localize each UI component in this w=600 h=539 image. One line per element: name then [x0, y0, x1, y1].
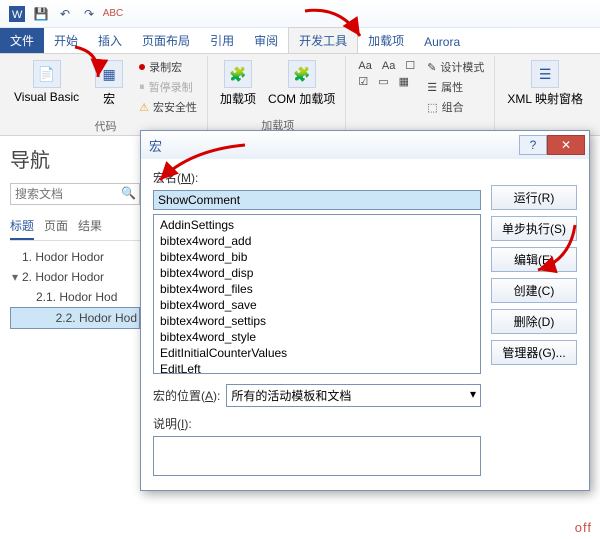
- ctrl-icon[interactable]: ☐: [401, 58, 419, 73]
- nav-tab-pages[interactable]: 页面: [44, 213, 68, 240]
- tab-review[interactable]: 审阅: [244, 28, 288, 53]
- delete-button[interactable]: 删除(D): [491, 309, 577, 334]
- group-code: 📄 Visual Basic ▦ 宏 录制宏 ⏸暂停录制 ⚠宏安全性 代码: [4, 56, 208, 135]
- warning-icon: ⚠: [139, 101, 149, 114]
- macro-icon: ▦: [95, 60, 123, 88]
- design-icon: ✎: [427, 61, 436, 74]
- group-button[interactable]: ⬚组合: [423, 98, 488, 116]
- redo-button[interactable]: ↷: [78, 3, 100, 25]
- visual-basic-button[interactable]: 📄 Visual Basic: [10, 58, 83, 106]
- tab-reference[interactable]: 引用: [200, 28, 244, 53]
- macro-list-item[interactable]: bibtex4word_add: [156, 233, 478, 249]
- manager-button[interactable]: 管理器(G)...: [491, 340, 577, 365]
- word-icon: W: [6, 3, 28, 25]
- com-addin-icon: 🧩: [288, 60, 316, 88]
- group-xml: ☰XML 映射窗格: [497, 56, 593, 135]
- ctrl-icon[interactable]: ▭: [374, 74, 392, 89]
- com-addins-button[interactable]: 🧩COM 加载项: [264, 58, 339, 109]
- watermark-text: off: [575, 520, 592, 535]
- location-label: 宏的位置(A):: [153, 387, 220, 404]
- tree-item[interactable]: ▾2. Hodor Hodor: [10, 267, 140, 287]
- macro-list-item[interactable]: EditLeft: [156, 361, 478, 374]
- tree-item[interactable]: 2.2. Hodor Hod: [10, 307, 140, 329]
- macro-name-input[interactable]: [153, 190, 481, 210]
- macro-list-item[interactable]: bibtex4word_files: [156, 281, 478, 297]
- ctrl-icon[interactable]: Aa: [378, 58, 399, 73]
- pause-record-button[interactable]: ⏸暂停录制: [135, 78, 201, 96]
- vb-icon: 📄: [33, 60, 61, 88]
- macro-list-item[interactable]: bibtex4word_disp: [156, 265, 478, 281]
- addins-button[interactable]: 🧩加载项: [216, 58, 260, 109]
- tab-start[interactable]: 开始: [44, 28, 88, 53]
- nav-tab-headings[interactable]: 标题: [10, 213, 34, 240]
- group-controls: AaAa☐ ☑▭▦ ✎设计模式 ☰属性 ⬚组合: [348, 56, 495, 135]
- tab-aurora[interactable]: Aurora: [414, 31, 470, 53]
- tree-item[interactable]: 1. Hodor Hodor: [10, 247, 140, 267]
- save-button[interactable]: 💾: [30, 3, 52, 25]
- ctrl-icon[interactable]: Aa: [354, 58, 375, 73]
- svg-text:W: W: [12, 9, 23, 21]
- ribbon: 📄 Visual Basic ▦ 宏 录制宏 ⏸暂停录制 ⚠宏安全性 代码 🧩加…: [0, 54, 600, 136]
- description-input[interactable]: [153, 436, 481, 476]
- search-icon[interactable]: 🔍: [121, 186, 136, 200]
- location-select[interactable]: 所有的活动模板和文档▾: [226, 384, 481, 407]
- chevron-down-icon: ▾: [470, 387, 476, 404]
- macro-listbox[interactable]: AddinSettingsbibtex4word_addbibtex4word_…: [153, 214, 481, 374]
- tab-insert[interactable]: 插入: [88, 28, 132, 53]
- tree-item[interactable]: 2.1. Hodor Hod: [10, 287, 140, 307]
- close-button[interactable]: ✕: [547, 135, 585, 155]
- ctrl-icon[interactable]: ☑: [354, 74, 372, 89]
- macro-list-item[interactable]: bibtex4word_bib: [156, 249, 478, 265]
- xml-mapping-button[interactable]: ☰XML 映射窗格: [503, 58, 587, 109]
- ribbon-tabs: 文件 开始 插入 页面布局 引用 审阅 开发工具 加载项 Aurora: [0, 28, 600, 54]
- group-addins: 🧩加载项 🧩COM 加载项 加载项: [210, 56, 346, 135]
- format-button[interactable]: ABC: [102, 3, 124, 25]
- quick-access-toolbar: W 💾 ↶ ↷ ABC: [0, 0, 600, 28]
- create-button[interactable]: 创建(C): [491, 278, 577, 303]
- design-mode-button[interactable]: ✎设计模式: [423, 58, 488, 76]
- dialog-titlebar[interactable]: 宏 ? ✕: [141, 131, 589, 159]
- pause-icon: ⏸: [139, 81, 145, 94]
- nav-title: 导航: [10, 144, 140, 173]
- tab-file[interactable]: 文件: [0, 28, 44, 53]
- group-icon: ⬚: [427, 101, 437, 114]
- record-icon: [139, 64, 145, 70]
- navigation-pane: 导航 🔍 标题 页面 结果 1. Hodor Hodor▾2. Hodor Ho…: [0, 136, 150, 337]
- properties-button[interactable]: ☰属性: [423, 78, 488, 96]
- macro-name-label: 宏名(M):: [153, 169, 481, 186]
- xml-icon: ☰: [531, 60, 559, 88]
- macro-list-item[interactable]: AddinSettings: [156, 217, 478, 233]
- description-label: 说明(I):: [153, 415, 481, 432]
- macros-button[interactable]: ▦ 宏: [87, 58, 131, 109]
- macro-security-button[interactable]: ⚠宏安全性: [135, 98, 201, 116]
- tab-developer[interactable]: 开发工具: [288, 27, 358, 53]
- macro-list-item[interactable]: EditInitialCounterValues: [156, 345, 478, 361]
- edit-button[interactable]: 编辑(E): [491, 247, 577, 272]
- heading-tree: 1. Hodor Hodor▾2. Hodor Hodor2.1. Hodor …: [10, 247, 140, 329]
- record-macro-button[interactable]: 录制宏: [135, 58, 201, 76]
- ctrl-icon[interactable]: ▦: [395, 74, 413, 89]
- props-icon: ☰: [427, 81, 437, 94]
- tab-addins[interactable]: 加载项: [358, 28, 414, 53]
- macro-list-item[interactable]: bibtex4word_style: [156, 329, 478, 345]
- dialog-title: 宏: [149, 136, 162, 155]
- addin-icon: 🧩: [224, 60, 252, 88]
- tab-layout[interactable]: 页面布局: [132, 28, 200, 53]
- nav-tabs: 标题 页面 结果: [10, 213, 140, 241]
- run-button[interactable]: 运行(R): [491, 185, 577, 210]
- help-button[interactable]: ?: [519, 135, 547, 155]
- vb-label: Visual Basic: [14, 90, 79, 104]
- nav-tab-results[interactable]: 结果: [78, 213, 102, 240]
- macro-label: 宏: [103, 90, 115, 107]
- macro-list-item[interactable]: bibtex4word_settips: [156, 313, 478, 329]
- undo-button[interactable]: ↶: [54, 3, 76, 25]
- step-button[interactable]: 单步执行(S): [491, 216, 577, 241]
- macro-list-item[interactable]: bibtex4word_save: [156, 297, 478, 313]
- macro-dialog: 宏 ? ✕ 宏名(M): AddinSettingsbibtex4word_ad…: [140, 130, 590, 491]
